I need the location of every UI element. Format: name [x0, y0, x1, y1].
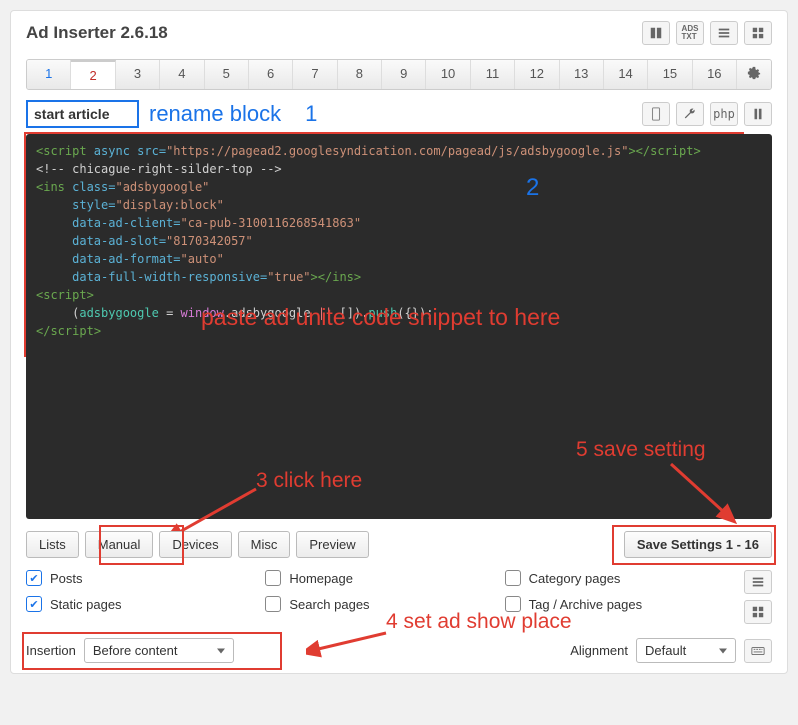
annotation-step1: 1: [305, 101, 317, 127]
list-small-icon[interactable]: [744, 570, 772, 594]
checkbox-icon: [265, 570, 281, 586]
block-name-row: rename block 1 php: [26, 100, 772, 128]
tab-3[interactable]: 3: [116, 60, 160, 89]
tab-11[interactable]: 11: [471, 60, 515, 89]
ads-txt-icon[interactable]: ADSTXT: [676, 21, 704, 45]
header-icons: ADSTXT: [642, 21, 772, 45]
check-posts[interactable]: Posts: [26, 570, 265, 586]
ad-inserter-panel: Ad Inserter 2.6.18 ADSTXT 1 2 3 4 5 6 7 …: [10, 10, 788, 674]
tab-10[interactable]: 10: [426, 60, 470, 89]
checkbox-icon: [265, 596, 281, 612]
tab-4[interactable]: 4: [160, 60, 204, 89]
manual-button[interactable]: Manual: [85, 531, 154, 558]
list-view-icon[interactable]: [710, 21, 738, 45]
header: Ad Inserter 2.6.18 ADSTXT: [26, 21, 772, 45]
insertion-value: Before content: [93, 643, 178, 658]
arrow-step4: [306, 628, 396, 658]
button-row: Lists Manual Devices Misc Preview Save S…: [26, 531, 772, 558]
alignment-label: Alignment: [570, 643, 628, 658]
tab-9[interactable]: 9: [382, 60, 426, 89]
block-tabs: 1 2 3 4 5 6 7 8 9 10 11 12 13 14 15 16: [26, 59, 772, 90]
checkbox-row: Posts Static pages Homepage Search pages…: [26, 570, 772, 624]
tab-13[interactable]: 13: [560, 60, 604, 89]
checkbox-icon: [505, 596, 521, 612]
tab-1[interactable]: 1: [27, 60, 71, 89]
check-home-label: Homepage: [289, 571, 353, 586]
check-search-label: Search pages: [289, 597, 369, 612]
save-settings-button[interactable]: Save Settings 1 - 16: [624, 531, 772, 558]
check-posts-label: Posts: [50, 571, 83, 586]
tab-5[interactable]: 5: [205, 60, 249, 89]
php-button[interactable]: php: [710, 102, 738, 126]
preview-button[interactable]: Preview: [296, 531, 368, 558]
check-tag-label: Tag / Archive pages: [529, 597, 642, 612]
lists-button[interactable]: Lists: [26, 531, 79, 558]
insertion-row: 4 set ad show place Insertion Before con…: [26, 638, 772, 663]
book-icon[interactable]: [642, 21, 670, 45]
misc-button[interactable]: Misc: [238, 531, 291, 558]
check-home[interactable]: Homepage: [265, 570, 504, 586]
tab-6[interactable]: 6: [249, 60, 293, 89]
check-search[interactable]: Search pages: [265, 596, 504, 612]
insertion-label: Insertion: [26, 643, 76, 658]
code-editor[interactable]: <script async src="https://pagead2.googl…: [26, 134, 772, 519]
alignment-value: Default: [645, 643, 686, 658]
check-category-label: Category pages: [529, 571, 621, 586]
tab-15[interactable]: 15: [648, 60, 692, 89]
tab-12[interactable]: 12: [515, 60, 559, 89]
tab-14[interactable]: 14: [604, 60, 648, 89]
grid-view-icon[interactable]: [744, 21, 772, 45]
devices-button[interactable]: Devices: [159, 531, 231, 558]
checkbox-icon: [26, 596, 42, 612]
check-static[interactable]: Static pages: [26, 596, 265, 612]
keyboard-icon[interactable]: [744, 639, 772, 663]
tab-settings[interactable]: [737, 60, 771, 89]
mobile-icon[interactable]: [642, 102, 670, 126]
tab-2[interactable]: 2: [71, 60, 115, 89]
tab-8[interactable]: 8: [338, 60, 382, 89]
block-name-input[interactable]: [26, 100, 139, 128]
page-title: Ad Inserter 2.6.18: [26, 23, 168, 43]
checkbox-icon: [26, 570, 42, 586]
pause-icon[interactable]: [744, 102, 772, 126]
check-category[interactable]: Category pages: [505, 570, 744, 586]
annotation-rename: rename block: [149, 101, 281, 127]
code-area-wrap: <script async src="https://pagead2.googl…: [26, 134, 772, 519]
check-static-label: Static pages: [50, 597, 122, 612]
grid-small-icon[interactable]: [744, 600, 772, 624]
check-tag[interactable]: Tag / Archive pages: [505, 596, 744, 612]
wrench-icon[interactable]: [676, 102, 704, 126]
alignment-select[interactable]: Default: [636, 638, 736, 663]
insertion-select[interactable]: Before content: [84, 638, 234, 663]
tab-7[interactable]: 7: [293, 60, 337, 89]
checkbox-icon: [505, 570, 521, 586]
tab-16[interactable]: 16: [693, 60, 737, 89]
